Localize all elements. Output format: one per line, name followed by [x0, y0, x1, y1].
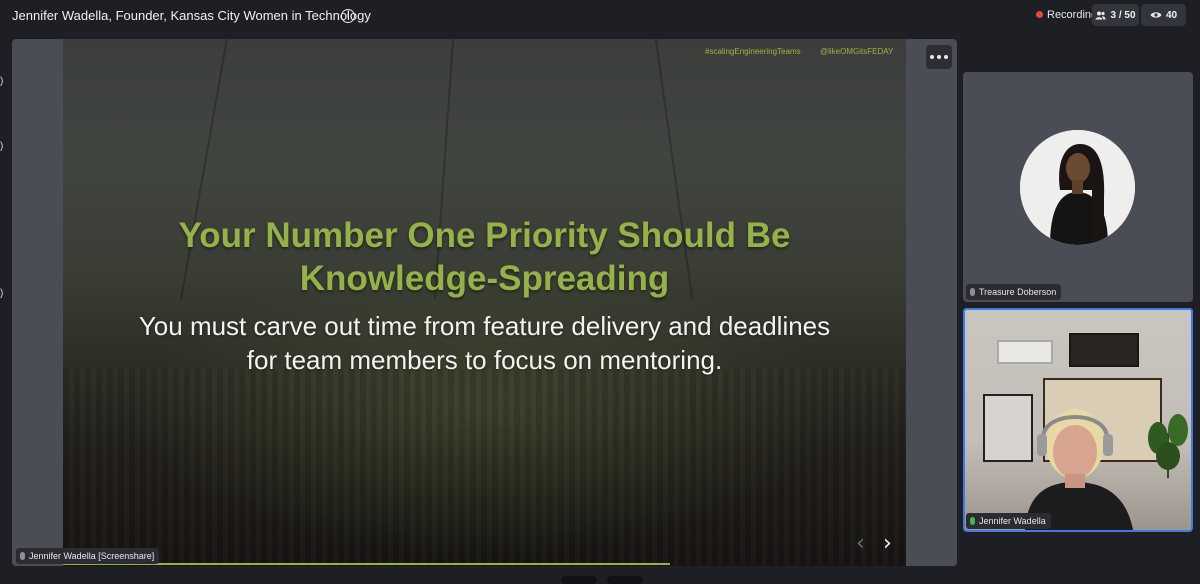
participant-tile-treasure[interactable]: Treasure Doberson	[963, 72, 1193, 302]
slide-body-line: You must carve out time from feature del…	[138, 311, 831, 341]
microphone-icon	[20, 552, 25, 560]
slide-heading: Your Number One Priority Should Be Knowl…	[63, 214, 906, 300]
plant	[1148, 414, 1188, 478]
participant-tile-jennifer[interactable]: Jennifer Wadella	[963, 308, 1193, 530]
slide-hashtag: #scalingEngineeringTeams	[705, 47, 801, 56]
wall-frame	[997, 340, 1053, 364]
presentation-slide: #scalingEngineeringTeams @likeOMGitsFEDA…	[63, 39, 906, 566]
slide-body-line: for team members to focus on mentoring.	[246, 345, 723, 375]
recording-dot-icon	[1036, 10, 1043, 18]
speaker-figure	[1025, 409, 1133, 530]
dot	[937, 55, 941, 59]
wall-frame	[1069, 333, 1139, 367]
recording-indicator: Recording	[1036, 9, 1097, 21]
more-options-button[interactable]	[926, 45, 952, 69]
screenshare-name-tag: Jennifer Wadella [Screenshare]	[16, 548, 160, 564]
participant-avatar	[1020, 130, 1135, 245]
recording-label: Recording	[1047, 9, 1098, 21]
slide-heading-line: Knowledge-Spreading	[299, 259, 670, 298]
next-slide-icon[interactable]: ›	[883, 533, 892, 555]
left-edge-mark: )	[0, 76, 4, 87]
control-button[interactable]	[607, 576, 643, 584]
participant-name: Jennifer Wadella	[979, 516, 1046, 526]
viewers-count-button[interactable]: 40	[1141, 4, 1186, 26]
info-icon[interactable]: i	[341, 9, 355, 23]
participant-name-tag: Treasure Doberson	[966, 284, 1062, 300]
left-edge-mark: )	[0, 288, 4, 299]
control-button[interactable]	[561, 576, 597, 584]
left-edge-mark: )	[0, 141, 4, 152]
microphone-icon	[970, 288, 975, 296]
participants-count: 3 / 50	[1110, 9, 1136, 21]
participant-video	[963, 308, 1193, 530]
participant-name-tag: Jennifer Wadella	[966, 513, 1051, 529]
participant-name: Treasure Doberson	[979, 287, 1057, 297]
slide-heading-line: Your Number One Priority Should Be	[178, 216, 791, 255]
microphone-active-icon	[970, 517, 975, 525]
viewers-count: 40	[1165, 9, 1178, 21]
soil-background	[63, 369, 906, 566]
eye-icon	[1150, 12, 1162, 18]
person-photo	[1020, 130, 1135, 245]
top-bar: Jennifer Wadella, Founder, Kansas City W…	[0, 0, 1200, 32]
meeting-title: Jennifer Wadella, Founder, Kansas City W…	[12, 8, 371, 23]
people-icon	[1095, 11, 1106, 19]
screenshare-name: Jennifer Wadella [Screenshare]	[29, 551, 155, 561]
screenshare-stage: #scalingEngineeringTeams @likeOMGitsFEDA…	[12, 39, 957, 566]
participants-count-button[interactable]: 3 / 50	[1092, 4, 1139, 26]
dot	[944, 55, 948, 59]
dot	[930, 55, 934, 59]
slide-handle: @likeOMGitsFEDAY	[820, 47, 894, 56]
slide-body: You must carve out time from feature del…	[63, 309, 906, 377]
previous-slide-icon[interactable]: ‹	[856, 533, 865, 555]
